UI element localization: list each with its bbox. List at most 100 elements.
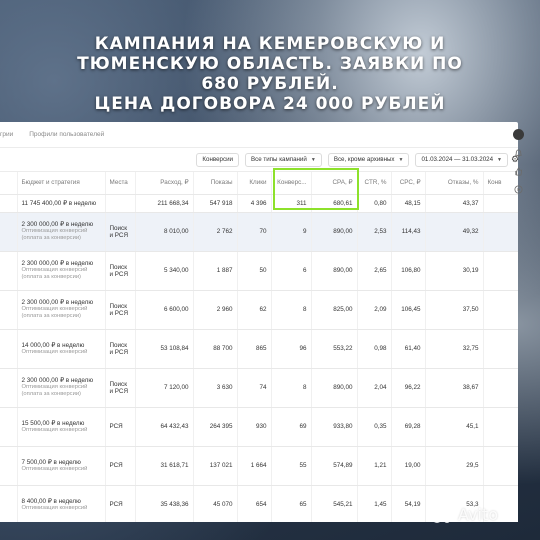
conversions-cell: 6 [271, 251, 312, 291]
bounces-cell: 38,67 [425, 368, 484, 408]
col-spend[interactable]: Расход, ₽ [135, 172, 194, 195]
cpc-cell: 96,22 [391, 368, 426, 408]
table-row[interactable]: 2 300 000,00 ₽ в неделю Оптимизация конве… [0, 368, 518, 408]
campaign-table: Бюджет и стратегия Места Расход, ₽ Показ… [0, 172, 518, 522]
col-places[interactable]: Места [105, 172, 136, 195]
clicks-cell: 70 [237, 212, 272, 252]
clicks-cell: 865 [237, 329, 272, 369]
tab-categories[interactable]: грии [0, 131, 13, 138]
gear-icon[interactable]: ⚙ [511, 154, 519, 165]
total-cpa: 680,61 [311, 194, 358, 213]
conversions-cell: 65 [271, 485, 312, 522]
cpa-cell: 825,00 [311, 290, 358, 330]
chevron-down-icon: ▼ [398, 156, 404, 163]
cpa-cell: 890,00 [311, 212, 358, 252]
ctr-cell: 2,53 [357, 212, 392, 252]
col-impressions[interactable]: Показы [193, 172, 238, 195]
budget-value: 2 300 000,00 ₽ в неделю [21, 299, 94, 306]
clicks-cell: 74 [237, 368, 272, 408]
table-row[interactable]: 15 500,00 ₽ в неделю Оптимизация конверси… [0, 407, 518, 447]
headline-line-2: ТЮМЕНСКУЮ ОБЛАСТЬ. ЗАЯВКИ ПО [77, 54, 463, 74]
right-toolbar [507, 125, 529, 235]
table-row[interactable]: 2 300 000,00 ₽ в неделю Оптимизация конве… [0, 290, 518, 330]
total-cpc: 48,15 [391, 194, 426, 213]
budget-value: 7 500,00 ₽ в неделю [21, 458, 81, 466]
budget-cell: 14 000,00 ₽ в неделю Оптимизация конверси… [17, 329, 106, 369]
avatar[interactable] [512, 129, 524, 140]
table-row[interactable]: 14 000,00 ₽ в неделю Оптимизация конверси… [0, 329, 518, 369]
total-impressions: 547 918 [193, 194, 238, 213]
tab-user-profiles[interactable]: Профили пользователей [29, 131, 104, 138]
ctr-cell: 0,98 [357, 329, 392, 369]
bounces-cell: 45,1 [425, 407, 484, 447]
chevron-down-icon: ▼ [497, 156, 502, 163]
ctr-cell: 0,35 [357, 407, 392, 447]
strategy-value: Оптимизация конверсий [21, 504, 88, 511]
budget-value: 8 400,00 ₽ в неделю [21, 497, 81, 505]
campaign-type-label: Все типы кампаний [251, 156, 307, 163]
date-range-picker[interactable]: 01.03.2024 — 31.03.2024 ▼ [415, 152, 508, 167]
table-row[interactable]: 7 500,00 ₽ в неделю Оптимизация конверсий… [0, 446, 518, 486]
budget-cell: 15 500,00 ₽ в неделю Оптимизация конверси… [17, 407, 106, 447]
campaign-type-select[interactable]: Все типы кампаний ▼ [245, 152, 322, 167]
spend-cell: 6 600,00 [135, 290, 194, 330]
impressions-cell: 1 887 [193, 251, 238, 291]
col-budget[interactable]: Бюджет и стратегия [17, 172, 106, 195]
cpc-cell: 106,45 [391, 290, 426, 330]
impressions-cell: 137 021 [193, 446, 238, 486]
total-clicks: 4 396 [237, 194, 272, 213]
conversions-cell: 96 [271, 329, 312, 369]
budget-cell: 7 500,00 ₽ в неделю Оптимизация конверсий [17, 446, 106, 486]
total-spend: 211 668,34 [135, 194, 194, 213]
budget-cell: 2 300 000,00 ₽ в неделю Оптимизация конве… [17, 251, 106, 291]
col-ctr[interactable]: CTR, % [357, 172, 392, 195]
table-row[interactable]: 2 300 000,00 ₽ в неделю Оптимизация конве… [0, 212, 518, 252]
ctr-cell: 2,65 [357, 251, 392, 291]
col-clicks[interactable]: Клики [237, 172, 272, 195]
conversions-cell: 55 [271, 446, 312, 486]
impressions-cell: 2 762 [193, 212, 238, 252]
table-row[interactable]: 2 300 000,00 ₽ в неделю Оптимизация конве… [0, 251, 518, 291]
ctr-cell: 1,45 [357, 485, 392, 522]
chevron-down-icon: ▼ [310, 156, 316, 163]
clicks-cell: 50 [237, 251, 272, 291]
headline: КАМПАНИЯ НА КЕМЕРОВСКУЮ И ТЮМЕНСКУЮ ОБЛА… [0, 34, 540, 114]
archive-select[interactable]: Все, кроме архивных ▼ [327, 152, 410, 167]
avito-watermark: Avito [432, 505, 498, 524]
conversions-filter[interactable]: Конверсии [196, 152, 239, 167]
total-conversions: 311 [271, 194, 312, 213]
strategy-value: Оптимизация конверсий (оплата за конверс… [21, 384, 88, 397]
col-cpc[interactable]: CPC, ₽ [391, 172, 426, 195]
total-bounces: 43,37 [425, 194, 484, 213]
cpc-cell: 69,28 [391, 407, 426, 447]
total-ctr: 0,80 [357, 194, 392, 213]
bounces-cell: 37,50 [425, 290, 484, 330]
cpc-cell: 19,00 [391, 446, 426, 486]
tab-bar: грии Профили пользователей [0, 122, 518, 148]
impressions-cell: 88 700 [193, 329, 238, 369]
strategy-value: Оптимизация конверсий (оплата за конверс… [21, 267, 88, 280]
impressions-cell: 3 630 [193, 368, 238, 408]
places-cell: РСЯ [105, 407, 136, 447]
archive-label: Все, кроме архивных [333, 156, 395, 163]
strategy-value: Оптимизация конверсий (оплата за конверс… [21, 306, 88, 319]
col-bounces[interactable]: Отказы, % [425, 172, 484, 195]
cpc-cell: 61,40 [391, 329, 426, 369]
budget-value: 2 300 000,00 ₽ в неделю [21, 260, 94, 267]
strategy-value: Оптимизация конверсий [21, 465, 88, 472]
places-cell: Поиск и РСЯ [105, 251, 136, 291]
clicks-cell: 654 [237, 485, 272, 522]
cpa-cell: 553,22 [311, 329, 358, 369]
spend-cell: 64 432,43 [135, 407, 194, 447]
thumbs-up-icon[interactable] [513, 166, 523, 176]
col-cpa[interactable]: CPA, ₽ [311, 172, 358, 195]
spend-cell: 8 010,00 [135, 212, 194, 252]
col-conversions[interactable]: Конверс... [271, 172, 312, 195]
spend-cell: 7 120,00 [135, 368, 194, 408]
play-icon[interactable] [513, 184, 523, 194]
table-header: Бюджет и стратегия Места Расход, ₽ Показ… [0, 172, 518, 195]
budget-value: 14 000,00 ₽ в неделю [21, 341, 85, 349]
impressions-cell: 45 070 [193, 485, 238, 522]
headline-line-4: ЦЕНА ДОГОВОРА 24 000 РУБЛЕЙ [94, 94, 446, 114]
places-cell: Поиск и РСЯ [105, 212, 136, 252]
